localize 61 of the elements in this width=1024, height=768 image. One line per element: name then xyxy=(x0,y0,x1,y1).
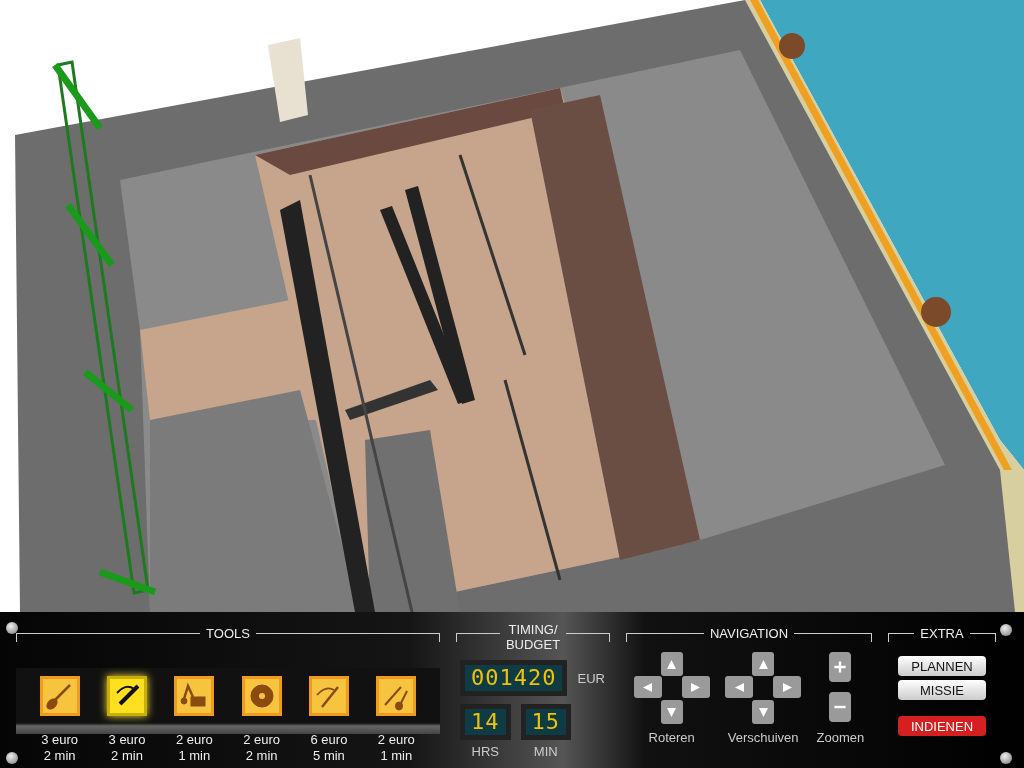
arrow-left-button[interactable] xyxy=(633,676,662,698)
arrow-right-button[interactable] xyxy=(773,676,802,698)
section-bracket xyxy=(969,633,996,642)
tool-time: 1 min xyxy=(178,748,211,764)
tool-cost: 2 euro xyxy=(243,732,281,748)
navigation-label: Zoomen xyxy=(816,730,865,745)
currency-label: EUR xyxy=(577,670,605,686)
arrow-right-button[interactable] xyxy=(681,676,710,698)
tool-button[interactable] xyxy=(308,676,349,716)
tool-time: 2 min xyxy=(245,748,278,764)
tool-time: 1 min xyxy=(380,748,413,764)
screw-icon xyxy=(1000,624,1012,636)
tool-cost: 3 euro xyxy=(108,732,146,748)
tool-button[interactable] xyxy=(376,676,417,716)
section-bracket xyxy=(888,633,915,642)
arrow-up-button[interactable] xyxy=(660,652,683,676)
hours-display: 14 xyxy=(460,704,511,740)
triangle-left-icon xyxy=(643,682,653,692)
section-title: TIMING/ BUDGET xyxy=(505,622,561,652)
arrow-down-button[interactable] xyxy=(752,700,775,724)
section-bracket xyxy=(566,633,610,642)
navigation-label: Verschuiven xyxy=(727,730,799,745)
tool-time: 2 min xyxy=(43,748,76,764)
triangle-up-icon xyxy=(758,659,768,669)
section-title: NAVIGATION xyxy=(709,625,789,641)
triangle-up-icon xyxy=(667,659,677,669)
triangle-down-icon xyxy=(667,707,677,717)
section-title: EXTRA xyxy=(920,625,964,641)
screw-icon xyxy=(6,752,18,764)
submit-button[interactable]: INDIENEN xyxy=(898,716,986,736)
zoom-in-button[interactable] xyxy=(829,652,852,682)
tool-time: 2 min xyxy=(111,748,143,764)
tool-cost: 2 euro xyxy=(377,732,415,748)
screw-icon xyxy=(1000,752,1012,764)
tool-button[interactable] xyxy=(174,676,215,716)
tool-time: 5 min xyxy=(313,748,345,764)
budget-display: 001420 xyxy=(460,660,568,696)
tool-cost: 6 euro xyxy=(310,732,348,748)
section-bracket xyxy=(456,633,500,642)
hours-label: HRS xyxy=(471,744,499,759)
triangle-down-icon xyxy=(758,707,768,717)
arrow-down-button[interactable] xyxy=(660,700,683,724)
arrow-left-button[interactable] xyxy=(725,676,754,698)
triangle-left-icon xyxy=(734,682,744,692)
tool-button[interactable] xyxy=(107,676,147,716)
navigation-label: Roteren xyxy=(648,730,695,745)
minutes-display: 15 xyxy=(520,704,571,740)
tool-cost: 3 euro xyxy=(41,732,79,748)
triangle-right-icon xyxy=(782,682,792,692)
triangle-right-icon xyxy=(691,682,701,692)
minutes-label: MIN xyxy=(533,744,558,759)
section-title: TOOLS xyxy=(206,625,250,641)
arrow-up-button[interactable] xyxy=(752,652,775,676)
plus-icon xyxy=(832,659,849,675)
menu-button[interactable]: PLANNEN xyxy=(898,656,986,676)
tool-button[interactable] xyxy=(241,676,282,716)
screw-icon xyxy=(6,622,18,634)
tool-cost: 2 euro xyxy=(175,732,213,748)
zoom-out-button[interactable] xyxy=(829,692,852,722)
menu-button[interactable]: MISSIE xyxy=(898,680,986,700)
tool-button[interactable] xyxy=(39,676,80,716)
